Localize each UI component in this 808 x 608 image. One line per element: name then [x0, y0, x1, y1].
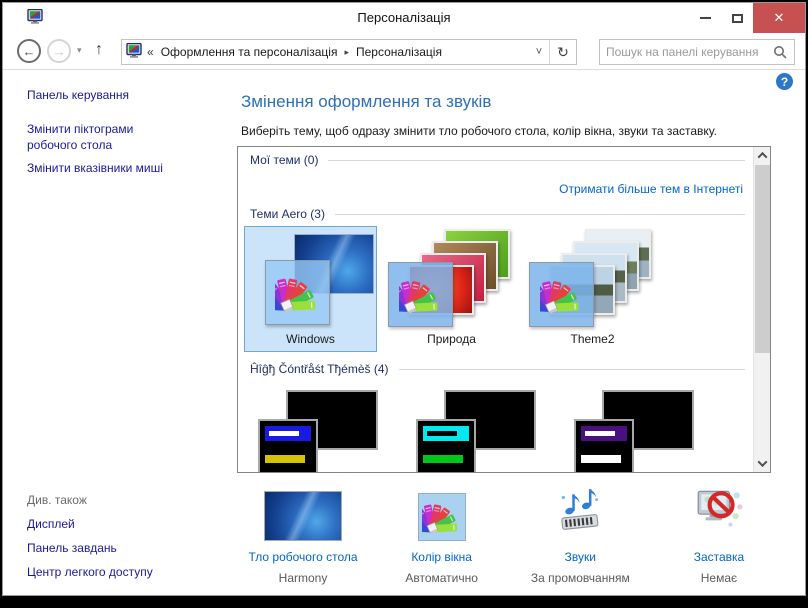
theme-tile-high-contrast-3[interactable]: [560, 388, 706, 472]
hc-preview-front: [258, 419, 318, 472]
setting-sounds: Звуки За промовчанням: [515, 487, 645, 585]
up-button[interactable]: ↑: [95, 41, 103, 59]
window-title: Персоналізація: [357, 10, 451, 25]
breadcrumb-overflow-chevron[interactable]: «: [147, 45, 154, 59]
screensaver-link[interactable]: Заставка: [694, 550, 745, 564]
theme-tile-high-contrast-2[interactable]: [402, 388, 548, 472]
recent-pages-dropdown[interactable]: ▾: [77, 45, 82, 56]
group-rule: [328, 159, 745, 161]
sidebar-item-control-panel-home[interactable]: Панель керування: [27, 88, 129, 102]
close-icon: ✕: [773, 10, 785, 25]
screensaver-icon[interactable]: [694, 484, 744, 541]
maximize-button[interactable]: [721, 3, 753, 33]
scroll-up-button[interactable]: [754, 147, 770, 164]
scrollbar-thumb[interactable]: [755, 165, 770, 353]
theme-name: Windows: [286, 332, 335, 346]
hc-preview-front: [416, 419, 476, 472]
theme-name: Theme2: [570, 332, 615, 346]
control-panel-icon: [126, 42, 142, 62]
get-more-themes-link[interactable]: Отримати більше тем в Інтернеті: [559, 182, 743, 196]
personalization-window: Персоналізація ✕ ← → ▾ ↑ « Оформлення та…: [2, 2, 806, 596]
setting-window-color: Колір вікна Автоматично: [377, 487, 507, 585]
hc-preview-front: [574, 419, 634, 472]
back-button[interactable]: ←: [17, 39, 41, 63]
minimize-button[interactable]: [689, 3, 721, 33]
refresh-icon[interactable]: ↻: [550, 44, 576, 61]
window-color-value: Автоматично: [405, 571, 478, 585]
back-icon: ←: [22, 43, 36, 59]
search-input[interactable]: [600, 45, 773, 59]
theme-tile-nature[interactable]: Природа: [385, 226, 518, 352]
group-rule: [398, 368, 745, 370]
setting-screensaver: Заставка Немає: [654, 487, 784, 585]
sidebar-item-change-desktop-icons[interactable]: Змінити піктограми робочого стола: [27, 121, 177, 153]
address-bar[interactable]: « Оформлення та персоналізація ▸ Персона…: [121, 39, 577, 65]
title-bar: Персоналізація ✕: [3, 3, 805, 33]
scroll-down-button[interactable]: [754, 455, 770, 472]
breadcrumb-item-appearance[interactable]: Оформлення та персоналізація: [159, 45, 340, 59]
theme-settings-bar: Тло робочого стола Harmony Колір вікна А…: [238, 487, 784, 585]
breadcrumb-item-personalization[interactable]: Персоналізація: [354, 45, 444, 59]
address-dropdown-icon[interactable]: ˅: [529, 46, 549, 58]
forward-button: →: [47, 39, 71, 63]
theme-tile-windows[interactable]: Windows: [244, 226, 377, 352]
theme-tile-high-contrast-1[interactable]: [244, 388, 390, 472]
help-icon: ?: [780, 74, 789, 89]
sounds-icon[interactable]: [555, 484, 605, 541]
maximize-icon: [731, 13, 743, 23]
theme-name: Природа: [427, 332, 476, 346]
screensaver-value: Немає: [700, 571, 738, 585]
setting-desktop-background: Тло робочого стола Harmony: [238, 487, 368, 585]
scrollbar[interactable]: [753, 147, 770, 472]
forward-icon: →: [52, 43, 66, 59]
page-description: Виберіть тему, щоб одразу змінити тло ро…: [241, 124, 717, 138]
breadcrumb-separator-icon: ▸: [344, 46, 349, 57]
theme-color-fan-icon: [388, 262, 453, 327]
sidebar-see-also-header: Див. також: [27, 493, 87, 507]
sidebar-item-display[interactable]: Дисплей: [27, 517, 75, 531]
desktop-background-value: Harmony: [278, 571, 328, 585]
group-rule: [334, 213, 745, 215]
window-color-icon[interactable]: [417, 493, 466, 541]
sidebar-item-taskbar[interactable]: Панель завдань: [27, 541, 117, 555]
group-header-aero-themes: Теми Aero (3): [250, 207, 745, 221]
group-header-my-themes: Мої теми (0): [250, 153, 745, 167]
page-title: Змінення оформлення та звуків: [241, 92, 492, 111]
sidebar-item-ease-of-access[interactable]: Центр легкого доступу: [27, 565, 153, 579]
group-header-high-contrast: Ĥîĝђ Čóntřåśt Tђémèš (4): [250, 362, 745, 376]
sidebar-item-change-mouse-pointers[interactable]: Змінити вказівники миші: [27, 161, 163, 175]
desktop-background-link[interactable]: Тло робочого стола: [248, 550, 357, 564]
theme-color-fan-icon: [265, 260, 330, 325]
theme-list: Мої теми (0) Отримати більше тем в Інтер…: [237, 146, 771, 473]
search-box[interactable]: [599, 39, 795, 65]
minimize-icon: [699, 17, 711, 19]
search-icon: [773, 45, 787, 59]
desktop-background-thumbnail[interactable]: [264, 491, 342, 541]
close-button[interactable]: ✕: [753, 3, 805, 33]
chevron-up-icon: [757, 151, 768, 162]
window-color-link[interactable]: Колір вікна: [411, 550, 472, 564]
sounds-link[interactable]: Звуки: [565, 550, 596, 564]
theme-tile-theme2[interactable]: Theme2: [526, 226, 659, 352]
sounds-value: За промовчанням: [530, 571, 630, 585]
theme-color-fan-icon: [529, 262, 594, 327]
help-button[interactable]: ?: [776, 73, 793, 90]
navigation-toolbar: ← → ▾ ↑ « Оформлення та персоналізація ▸…: [3, 33, 805, 70]
chevron-down-icon: [757, 457, 768, 468]
